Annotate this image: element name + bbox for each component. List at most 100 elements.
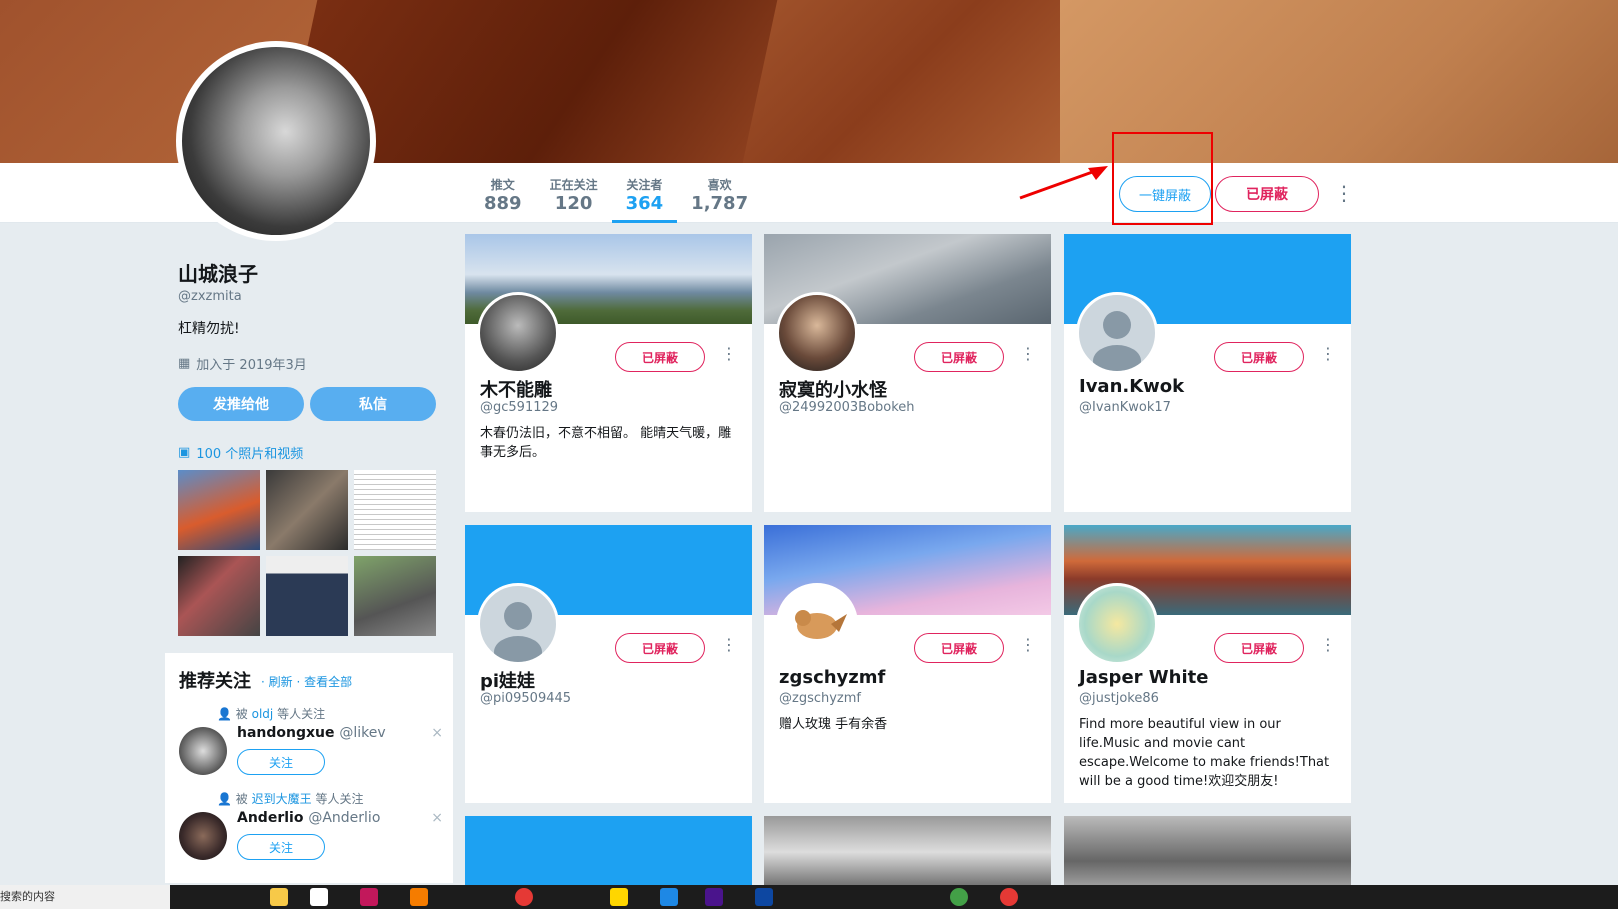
more-options-icon[interactable]: ⋮ xyxy=(1020,344,1036,363)
blocked-button[interactable]: 已屏蔽 xyxy=(1215,176,1319,212)
recommend-name[interactable]: Anderlio @Anderlio xyxy=(237,810,380,826)
follower-card[interactable]: 已屏蔽 ⋮ pi娃娃 @pi09509445 xyxy=(465,525,752,803)
stat-value: 889 xyxy=(484,193,522,214)
followed-by: 👤 被 迟到大魔王 等人关注 xyxy=(179,790,437,807)
follower-card[interactable]: 已屏蔽 ⋮ Jasper White @justjoke86 Find more… xyxy=(1064,525,1351,803)
card-bio: Find more beautiful view in our life.Mus… xyxy=(1079,717,1330,789)
card-handle[interactable]: @24992003Bobokeh xyxy=(779,400,915,415)
avatar[interactable] xyxy=(776,292,858,374)
media-thumb[interactable] xyxy=(266,556,348,636)
more-options-icon[interactable]: ⋮ xyxy=(1320,635,1336,654)
follow-button[interactable]: 关注 xyxy=(237,749,325,775)
stat-value: 364 xyxy=(625,193,664,214)
person-icon: 👤 xyxy=(217,707,232,721)
joined-text: 加入于 2019年3月 xyxy=(196,358,307,373)
stat-label: 喜欢 xyxy=(707,178,732,192)
media-thumb[interactable] xyxy=(354,556,436,636)
wechat-icon[interactable] xyxy=(950,888,968,906)
blocked-button[interactable]: 已屏蔽 xyxy=(615,342,705,372)
avatar[interactable] xyxy=(179,727,227,775)
card-handle[interactable]: @gc591129 xyxy=(480,400,558,415)
app-icon[interactable] xyxy=(610,888,628,906)
blocked-button[interactable]: 已屏蔽 xyxy=(1214,342,1304,372)
more-options-icon[interactable]: ⋮ xyxy=(1320,344,1336,363)
folder-icon[interactable] xyxy=(270,888,288,906)
blocked-button[interactable]: 已屏蔽 xyxy=(914,633,1004,663)
avatar[interactable] xyxy=(1076,583,1158,665)
follower-card[interactable]: 已屏蔽 ⋮ Ivan.Kwok @IvanKwok17 xyxy=(1064,234,1351,512)
stat-label: 正在关注 xyxy=(549,178,598,192)
chrome-icon[interactable] xyxy=(515,888,533,906)
stat-followers[interactable]: 关注者 364 xyxy=(611,176,678,223)
card-name[interactable]: 木不能雕 xyxy=(480,376,552,402)
card-handle[interactable]: @pi09509445 xyxy=(480,691,571,706)
avatar[interactable] xyxy=(477,292,559,374)
follow-button[interactable]: 关注 xyxy=(237,834,325,860)
card-name[interactable]: Ivan.Kwok xyxy=(1079,376,1184,397)
dismiss-icon[interactable]: × xyxy=(431,810,443,826)
follower-card[interactable]: 已屏蔽 ⋮ 木不能雕 @gc591129 木春仍法旧，不意不相留。 能晴天气暖，… xyxy=(465,234,752,512)
followed-by-prefix: 被 xyxy=(235,707,248,721)
media-thumb[interactable] xyxy=(354,470,436,550)
tweet-to-button[interactable]: 发推给他 xyxy=(178,387,304,421)
avatar[interactable] xyxy=(179,812,227,860)
follower-card[interactable] xyxy=(764,816,1051,885)
follower-card[interactable]: 已屏蔽 ⋮ zgschyzmf @zgschyzmf 赠人玫瑰 手有余香 xyxy=(764,525,1051,803)
card-bio: 赠人玫瑰 手有余香 xyxy=(779,717,888,732)
stat-tweets[interactable]: 推文 889 xyxy=(470,176,536,222)
blocked-button[interactable]: 已屏蔽 xyxy=(615,633,705,663)
message-button[interactable]: 私信 xyxy=(310,387,436,421)
follower-card[interactable]: 已屏蔽 ⋮ 寂寞的小水怪 @24992003Bobokeh xyxy=(764,234,1051,512)
profile-sidebar: 山城浪子 @zxzmita 杠精勿扰! ▦ 加入于 2019年3月 发推给他 私… xyxy=(178,258,440,636)
followed-by-user[interactable]: oldj xyxy=(252,707,274,721)
photos-link-text: 100 个照片和视频 xyxy=(196,447,304,462)
refresh-link[interactable]: 刷新 xyxy=(269,675,293,689)
follower-card[interactable] xyxy=(1064,816,1351,885)
card-handle[interactable]: @IvanKwok17 xyxy=(1079,400,1171,415)
vscode-icon[interactable] xyxy=(660,888,678,906)
blocked-button[interactable]: 已屏蔽 xyxy=(1214,633,1304,663)
card-name[interactable]: Jasper White xyxy=(1079,667,1208,688)
windows-taskbar: 搜索的内容 xyxy=(0,885,1618,909)
media-grid xyxy=(178,470,440,636)
default-avatar-icon[interactable] xyxy=(1076,292,1158,374)
taskbar-search[interactable]: 搜索的内容 xyxy=(0,885,170,909)
more-options-icon[interactable]: ⋮ xyxy=(1334,181,1354,205)
more-options-icon[interactable]: ⋮ xyxy=(721,344,737,363)
card-name[interactable]: zgschyzmf xyxy=(779,667,885,688)
mail-icon[interactable] xyxy=(310,888,328,906)
media-thumb[interactable] xyxy=(178,556,260,636)
profile-avatar[interactable] xyxy=(176,41,376,241)
blocked-button[interactable]: 已屏蔽 xyxy=(914,342,1004,372)
card-bio: 木春仍法旧，不意不相留。 能晴天气暖，雕事无多后。 xyxy=(480,426,732,460)
media-thumb[interactable] xyxy=(178,470,260,550)
chrome-icon[interactable] xyxy=(1000,888,1018,906)
card-handle[interactable]: @justjoke86 xyxy=(1079,691,1159,706)
followed-by-user[interactable]: 迟到大魔王 xyxy=(252,792,312,806)
card-handle[interactable]: @zgschyzmf xyxy=(779,691,861,706)
profile-handle[interactable]: @zxzmita xyxy=(178,289,440,304)
joined-date: ▦ 加入于 2019年3月 xyxy=(178,354,440,373)
card-name[interactable]: pi娃娃 xyxy=(480,667,535,693)
app-icon[interactable] xyxy=(360,888,378,906)
sublime-icon[interactable] xyxy=(410,888,428,906)
dismiss-icon[interactable]: × xyxy=(431,725,443,741)
photoshop-icon[interactable] xyxy=(755,888,773,906)
recommend-links: · 刷新 · 查看全部 xyxy=(261,675,353,689)
calendar-icon: ▦ xyxy=(178,356,191,371)
stat-likes[interactable]: 喜欢 1,787 xyxy=(677,176,762,222)
recommend-name[interactable]: handongxue @likev xyxy=(237,725,386,741)
stat-label: 推文 xyxy=(490,178,515,192)
profile-name[interactable]: 山城浪子 xyxy=(178,258,440,287)
stat-following[interactable]: 正在关注 120 xyxy=(536,176,612,222)
more-options-icon[interactable]: ⋮ xyxy=(721,635,737,654)
premiere-icon[interactable] xyxy=(705,888,723,906)
more-options-icon[interactable]: ⋮ xyxy=(1020,635,1036,654)
card-name[interactable]: 寂寞的小水怪 xyxy=(779,376,887,402)
media-thumb[interactable] xyxy=(266,470,348,550)
follower-card[interactable] xyxy=(465,816,752,885)
photos-videos-link[interactable]: ▣ 100 个照片和视频 xyxy=(178,443,440,462)
view-all-link[interactable]: 查看全部 xyxy=(304,675,352,689)
default-avatar-icon[interactable] xyxy=(477,583,559,665)
bird-avatar-icon[interactable] xyxy=(776,583,858,665)
